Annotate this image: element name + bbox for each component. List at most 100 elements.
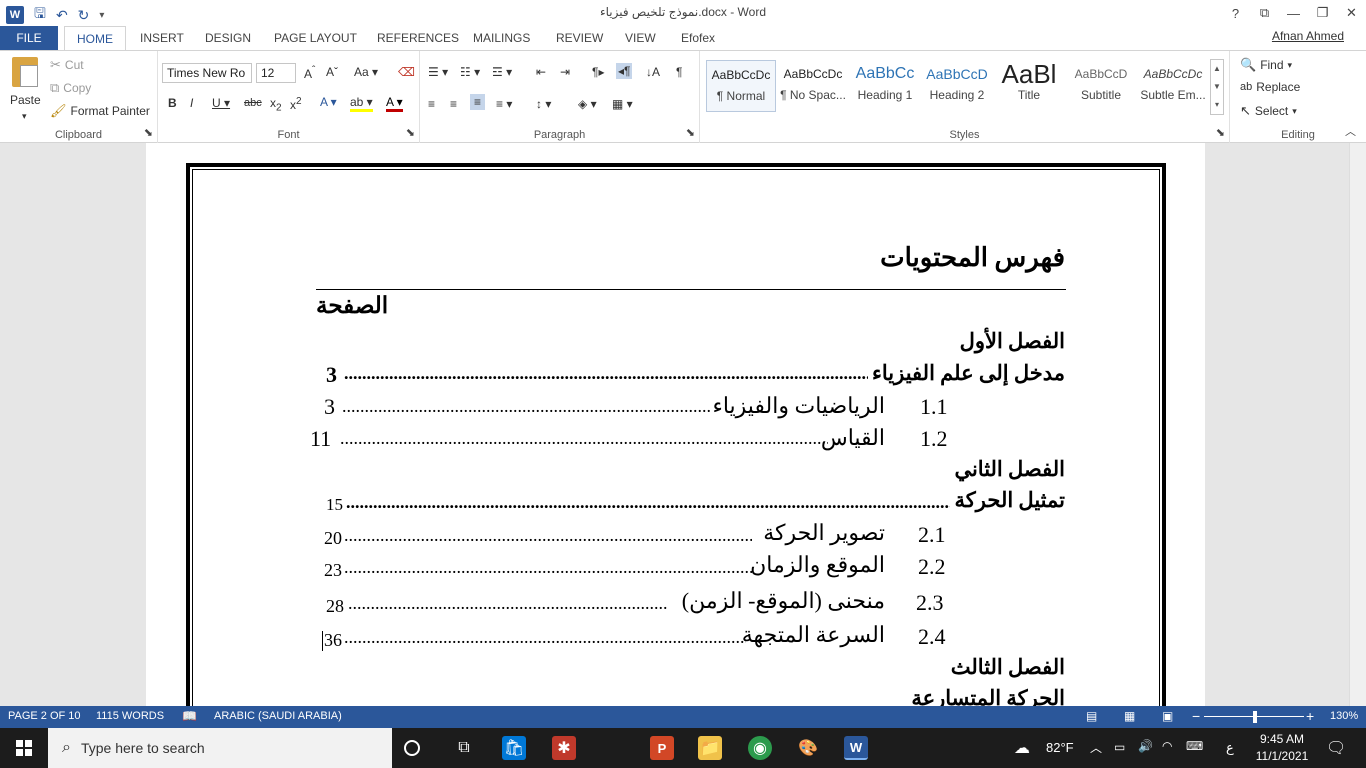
increase-indent-icon[interactable]: ⇥	[560, 65, 570, 79]
bold-icon[interactable]: B	[168, 96, 177, 110]
zoom-out-icon[interactable]: −	[1192, 708, 1200, 724]
collapse-ribbon-icon[interactable]: ︿	[1345, 123, 1356, 139]
superscript-icon[interactable]: x2	[290, 96, 302, 112]
tab-efofex[interactable]: Efofex	[669, 26, 727, 50]
paragraph-dialog-launcher-icon[interactable]: ⬊	[686, 126, 695, 139]
numbering-icon[interactable]: ☷ ▾	[460, 65, 480, 79]
clock-date[interactable]: 11/1/2021	[1252, 749, 1312, 763]
multilevel-list-icon[interactable]: ☲ ▾	[492, 65, 512, 79]
decrease-indent-icon[interactable]: ⇤	[536, 65, 546, 79]
font-size-input[interactable]: 12	[256, 63, 296, 83]
cut-button[interactable]: ✂ Cut	[50, 57, 84, 73]
tab-file[interactable]: FILE	[0, 26, 58, 50]
paste-dropdown-icon[interactable]: ▾	[22, 111, 27, 122]
ribbon-display-options-icon[interactable]: ⧉	[1250, 0, 1279, 26]
zoom-slider-thumb[interactable]	[1253, 711, 1257, 723]
find-button[interactable]: 🔍 Find ▾	[1240, 57, 1292, 73]
notifications-icon[interactable]: 🗨	[1326, 738, 1346, 758]
align-left-icon[interactable]: ≡	[428, 97, 435, 111]
italic-icon[interactable]: I	[190, 96, 193, 110]
center-icon[interactable]: ≡	[450, 97, 457, 111]
user-account[interactable]: Afnan Ahmed	[1272, 29, 1344, 43]
style-subtle-emphasis[interactable]: AaBbCcDc Subtle Em...	[1138, 60, 1208, 112]
clock-time[interactable]: 9:45 AM	[1252, 732, 1312, 746]
close-button[interactable]: ✕	[1337, 0, 1366, 26]
text-effects-icon[interactable]: A ▾	[320, 95, 337, 109]
start-button[interactable]	[0, 728, 48, 768]
show-hidden-icons-icon[interactable]: ︿	[1090, 739, 1102, 756]
style-subtitle[interactable]: AaBbCcD Subtitle	[1066, 60, 1136, 112]
print-layout-icon[interactable]: ▦	[1124, 709, 1135, 723]
rtl-icon[interactable]: ◂¶	[616, 63, 633, 79]
paste-icon[interactable]	[12, 57, 38, 87]
strikethrough-icon[interactable]: abc	[244, 97, 262, 109]
font-name-input[interactable]: Times New Ro	[162, 63, 252, 83]
sort-icon[interactable]: ↓A	[646, 65, 660, 79]
language-indicator[interactable]: ARABIC (SAUDI ARABIA)	[214, 710, 342, 722]
justify-icon[interactable]: ≡ ▾	[496, 97, 512, 111]
powerpoint-icon[interactable]: P	[650, 736, 674, 760]
zoom-in-icon[interactable]: +	[1306, 708, 1314, 724]
store-icon[interactable]: 🛍	[502, 736, 526, 760]
style-heading-2[interactable]: AaBbCcD Heading 2	[922, 60, 992, 112]
change-case-icon[interactable]: Aa ▾	[354, 65, 378, 79]
input-language[interactable]: ع	[1226, 740, 1234, 756]
bullets-icon[interactable]: ☰ ▾	[428, 65, 448, 79]
minimize-button[interactable]: —	[1279, 0, 1308, 26]
read-mode-icon[interactable]: ▤	[1086, 709, 1097, 723]
word-count[interactable]: 1115 WORDS	[96, 710, 164, 722]
vertical-scrollbar[interactable]	[1349, 143, 1366, 706]
dialog-launcher-icon[interactable]: ⬊	[144, 126, 153, 139]
keyboard-icon[interactable]: ⌨	[1186, 739, 1203, 753]
clear-formatting-icon[interactable]: ⌫	[398, 65, 415, 79]
format-painter-button[interactable]: 🖌 Format Painter	[50, 103, 150, 119]
style-title[interactable]: AaBl Title	[994, 60, 1064, 112]
tab-design[interactable]: DESIGN	[193, 26, 263, 50]
wifi-icon[interactable]: ◠	[1162, 739, 1172, 753]
paste-button[interactable]: Paste	[10, 93, 41, 107]
borders-icon[interactable]: ▦ ▾	[612, 97, 633, 111]
show-formatting-icon[interactable]: ¶	[676, 65, 682, 79]
replace-button[interactable]: ab Replace	[1240, 80, 1300, 94]
ltr-icon[interactable]: ¶▸	[592, 65, 604, 79]
weather-icon[interactable]: ☁	[1014, 738, 1030, 758]
tab-review[interactable]: REVIEW	[544, 26, 615, 50]
style-no-spacing[interactable]: AaBbCcDc ¶ No Spac...	[778, 60, 848, 112]
styles-gallery-scroll[interactable]: ▲ ▼ ▾	[1210, 59, 1224, 115]
help-icon[interactable]: ?	[1221, 0, 1250, 26]
weather-temp[interactable]: 82°F	[1046, 740, 1074, 755]
file-explorer-icon[interactable]: 📁	[698, 736, 722, 760]
tab-view[interactable]: VIEW	[613, 26, 668, 50]
restore-button[interactable]: ❐	[1308, 0, 1337, 26]
tab-references[interactable]: REFERENCES	[365, 26, 471, 50]
page-indicator[interactable]: PAGE 2 OF 10	[8, 710, 81, 722]
volume-icon[interactable]: 🔊	[1138, 739, 1153, 753]
app-icon[interactable]: ✱	[552, 736, 576, 760]
battery-icon[interactable]: ▭	[1114, 740, 1125, 754]
style-normal[interactable]: AaBbCcDc ¶ Normal	[706, 60, 776, 112]
paint-icon[interactable]: 🎨	[796, 736, 820, 760]
style-heading-1[interactable]: AaBbCc Heading 1	[850, 60, 920, 112]
shrink-font-icon[interactable]: Aˇ	[326, 65, 338, 79]
highlight-icon[interactable]: ab ▾	[350, 95, 373, 112]
tab-insert[interactable]: INSERT	[128, 26, 196, 50]
shading-icon[interactable]: ◈ ▾	[578, 97, 597, 111]
word-taskbar-icon[interactable]: W	[844, 736, 868, 760]
document-page[interactable]: فهرس المحتويات الصفحة الفصل الأول مدخل إ…	[146, 143, 1205, 706]
task-view-icon[interactable]: ⧉	[452, 736, 476, 760]
font-color-icon[interactable]: A ▾	[386, 95, 403, 112]
underline-icon[interactable]: U ▾	[212, 96, 230, 110]
line-spacing-icon[interactable]: ↕ ▾	[536, 97, 551, 111]
web-layout-icon[interactable]: ▣	[1162, 709, 1173, 723]
font-dialog-launcher-icon[interactable]: ⬊	[406, 126, 415, 139]
subscript-icon[interactable]: x2	[270, 96, 282, 113]
taskbar-search[interactable]: ⌕ Type here to search	[48, 728, 392, 768]
cortana-icon[interactable]	[404, 740, 420, 756]
align-right-icon[interactable]: ≡	[470, 94, 486, 110]
copy-button[interactable]: ⧉ Copy	[50, 80, 91, 96]
grow-font-icon[interactable]: Aˆ	[304, 65, 315, 81]
chrome-icon[interactable]: ◉	[748, 736, 772, 760]
tab-mailings[interactable]: MAILINGS	[461, 26, 542, 50]
proofing-icon[interactable]: 📖	[182, 709, 197, 723]
styles-dialog-launcher-icon[interactable]: ⬊	[1216, 126, 1225, 139]
